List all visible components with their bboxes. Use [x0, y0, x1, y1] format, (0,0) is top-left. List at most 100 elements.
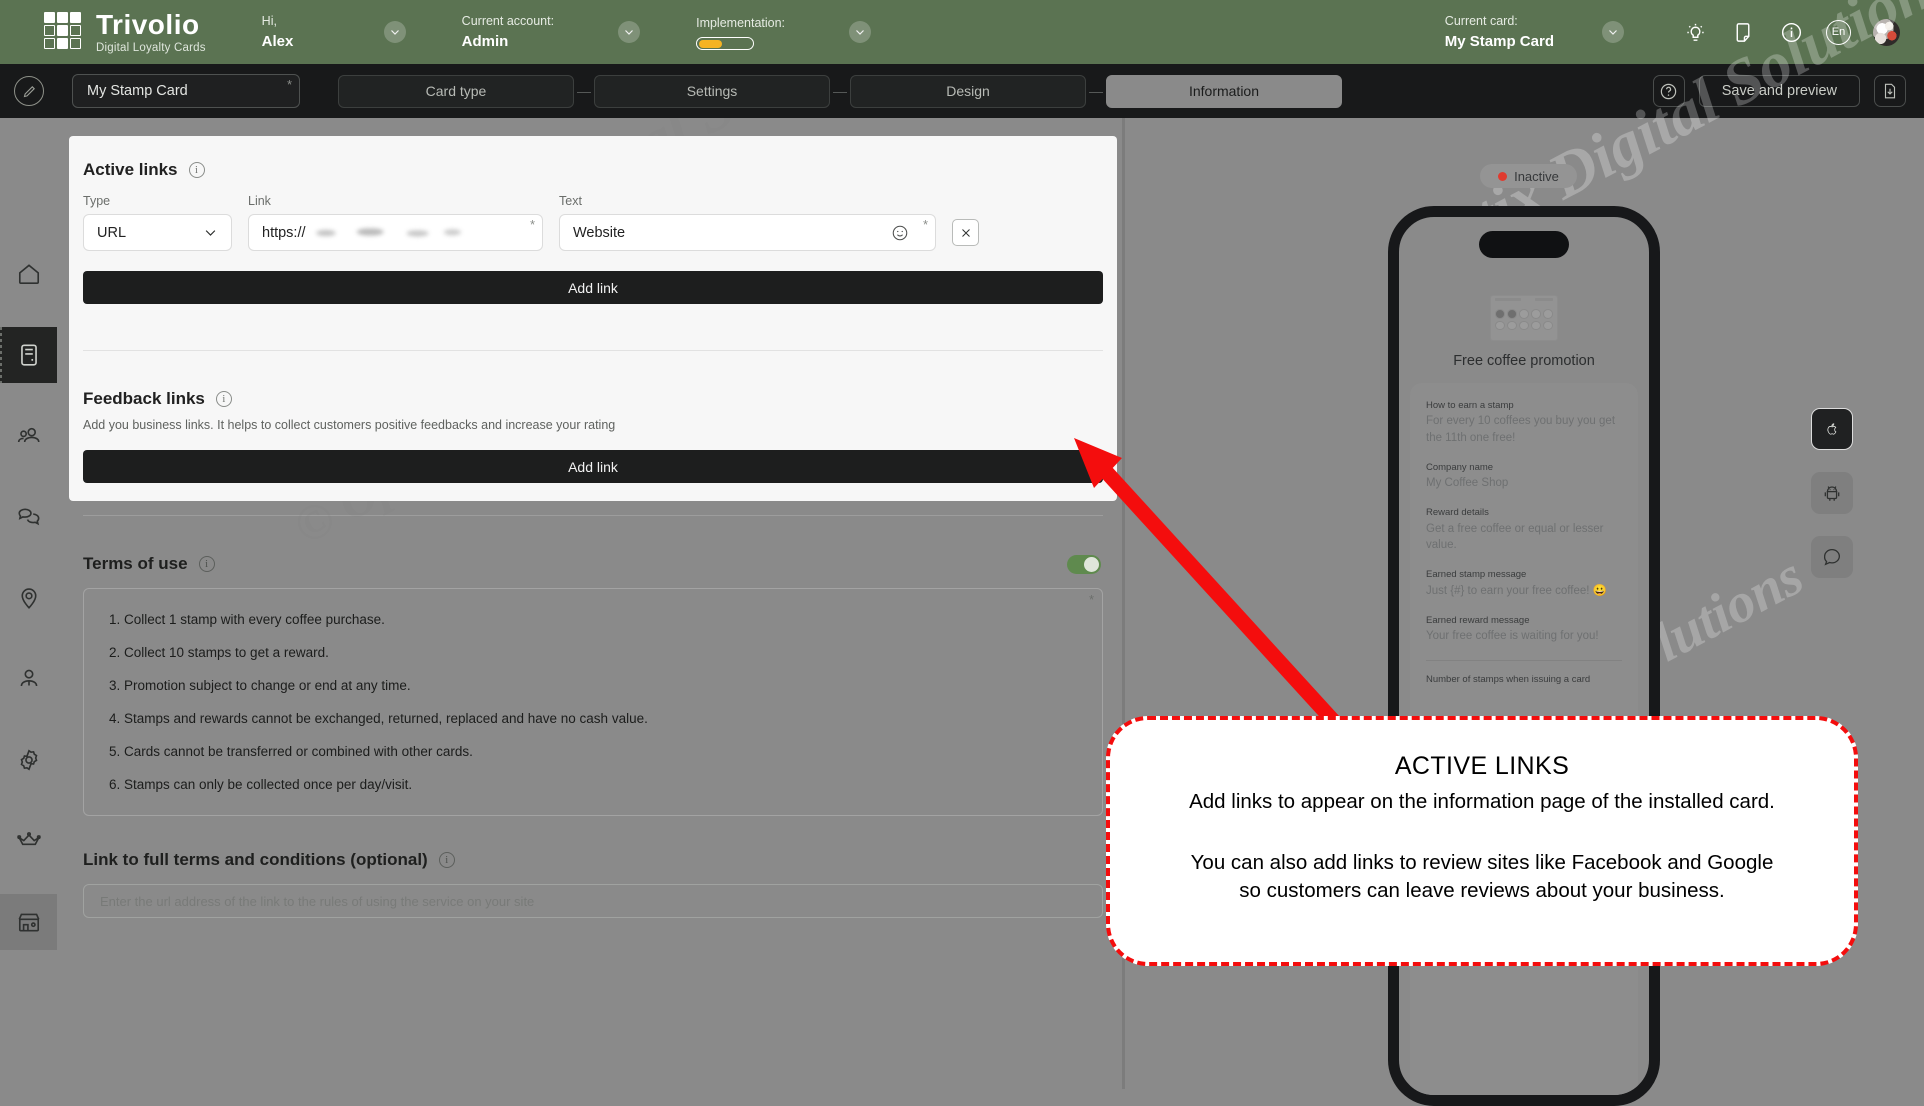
- platform-apple-button[interactable]: [1811, 408, 1853, 450]
- close-icon: [961, 228, 970, 237]
- sidebar-item-home[interactable]: [0, 246, 57, 302]
- status-badge: Inactive: [1480, 164, 1577, 188]
- list-item: Stamps can only be collected once per da…: [124, 768, 1084, 801]
- sidebar-item-business[interactable]: [0, 894, 57, 950]
- emoji-smiley-icon[interactable]: [891, 224, 909, 242]
- preview-section-label: Reward details: [1426, 507, 1489, 519]
- thumb-bar: [1495, 298, 1521, 301]
- link-type-value: URL: [97, 224, 127, 241]
- implementation-dropdown-button[interactable]: [849, 21, 872, 43]
- tab-design[interactable]: Design: [850, 74, 1086, 108]
- account-label: Current account:: [461, 14, 555, 29]
- apple-icon: [1827, 423, 1837, 435]
- info-icon[interactable]: i: [215, 391, 232, 407]
- brand-tagline: Digital Loyalty Cards: [96, 41, 206, 54]
- info-icon[interactable]: [1778, 19, 1804, 45]
- info-icon[interactable]: i: [438, 852, 455, 869]
- preview-section-label: Company name: [1426, 461, 1494, 473]
- card-name-input[interactable]: My Stamp Card *: [72, 74, 300, 108]
- greeting-value: Alex: [261, 32, 294, 50]
- avatar[interactable]: [1873, 18, 1900, 46]
- info-icon[interactable]: i: [188, 162, 205, 178]
- implementation-progress: [696, 37, 755, 51]
- toolbar-actions: Save and preview: [1652, 75, 1906, 107]
- current-card-label: Current card:: [1444, 14, 1518, 29]
- sidebar-item-subscription[interactable]: [0, 813, 57, 869]
- storefront-icon: [18, 913, 39, 932]
- tab-settings[interactable]: Settings: [594, 74, 830, 108]
- platform-chat-button[interactable]: [1811, 536, 1853, 578]
- help-button[interactable]: [1652, 75, 1685, 107]
- greeting-block: Hi, Alex: [262, 12, 320, 52]
- callout-title: ACTIVE LINKS: [1394, 752, 1570, 780]
- link-url-input[interactable]: https:// *: [248, 214, 543, 251]
- terms-of-use-textarea[interactable]: * Collect 1 stamp with every coffee purc…: [83, 588, 1103, 817]
- implementation-label: Implementation:: [696, 15, 786, 30]
- card-name-value: My Stamp Card: [87, 83, 188, 99]
- editor-toolbar: My Stamp Card * Card type — Settings — D…: [0, 64, 1924, 118]
- sidebar-item-cards[interactable]: [0, 327, 57, 383]
- language-switcher[interactable]: En: [1826, 19, 1851, 45]
- pencil-icon[interactable]: [14, 76, 44, 106]
- bulb-icon[interactable]: [1682, 19, 1708, 45]
- preview-section-value: Just {#} to earn your free coffee! 😀: [1426, 584, 1607, 597]
- list-item: Stamps and rewards cannot be exchanged, …: [124, 702, 1084, 735]
- download-file-icon[interactable]: [1874, 75, 1906, 107]
- gear-icon: [20, 749, 37, 771]
- step-separator: —: [1089, 83, 1103, 99]
- preview-footer-label: Number of stamps when issuing a card: [1426, 673, 1591, 685]
- platform-android-button[interactable]: [1811, 472, 1853, 514]
- terms-link-input[interactable]: Enter the url address of the link to the…: [83, 884, 1103, 919]
- active-links-header: Active links i: [69, 160, 1117, 180]
- terms-of-use-header: Terms of use i: [69, 554, 1117, 574]
- preview-section: How to earn a stamp For every 10 coffees…: [1426, 399, 1622, 446]
- link-text-input[interactable]: Website *: [559, 214, 936, 251]
- preview-section-value: Your free coffee is waiting for you!: [1426, 630, 1599, 643]
- active-links-title: Active links: [83, 160, 178, 179]
- feedback-links-header: Feedback links i: [69, 389, 1117, 409]
- terms-of-use-title: Terms of use: [83, 554, 188, 573]
- wizard-steps: Card type — Settings — Design — Informat…: [338, 74, 1342, 108]
- tab-card-type[interactable]: Card type: [338, 74, 574, 108]
- sidebar-item-messages[interactable]: [0, 489, 57, 545]
- status-badge-label: Inactive: [1514, 168, 1559, 184]
- required-marker: *: [922, 217, 928, 232]
- implementation-progress-fill: [698, 39, 723, 48]
- link-type-select[interactable]: URL: [83, 214, 232, 251]
- annotation-callout: ACTIVE LINKS Add links to appear on the …: [1106, 716, 1858, 966]
- preview-section-value: Get a free coffee or equal or lesser val…: [1426, 522, 1604, 552]
- sidebar-item-staff[interactable]: [0, 651, 57, 707]
- tab-information[interactable]: Information: [1106, 74, 1342, 108]
- home-icon: [18, 264, 39, 285]
- link-url-label: Link: [248, 194, 271, 208]
- logo-grid-icon: [44, 12, 84, 52]
- callout-line-1: Add links to appear on the information p…: [1189, 790, 1775, 813]
- user-dropdown-button[interactable]: [383, 21, 406, 43]
- information-panel: Active links i Type URL Link https:// *: [69, 136, 1117, 501]
- info-icon[interactable]: i: [198, 556, 215, 572]
- add-active-link-button[interactable]: Add link: [83, 271, 1103, 304]
- terms-of-use-toggle[interactable]: [1067, 554, 1101, 574]
- link-text-label: Text: [559, 194, 582, 208]
- main-sidebar: [0, 118, 57, 1089]
- preview-section: Company name My Coffee Shop: [1426, 461, 1622, 492]
- list-item: Cards cannot be transferred or combined …: [124, 735, 1084, 768]
- phone-mockup: Free coffee promotion How to earn a stam…: [1388, 206, 1660, 1106]
- loyalty-card-icon: [20, 344, 37, 366]
- remove-link-button[interactable]: [952, 219, 979, 246]
- add-feedback-link-button[interactable]: Add link: [83, 450, 1103, 483]
- preview-section: Earned stamp message Just {#} to earn yo…: [1426, 568, 1622, 599]
- users-icon: [17, 427, 40, 443]
- sidebar-item-settings[interactable]: [0, 732, 57, 788]
- save-and-preview-button[interactable]: Save and preview: [1698, 75, 1860, 107]
- feedback-links-section: Feedback links i Add you business links.…: [69, 389, 1117, 483]
- status-dot-icon: [1498, 171, 1508, 181]
- account-dropdown-button[interactable]: [618, 21, 641, 43]
- current-card-dropdown-button[interactable]: [1602, 21, 1624, 43]
- preview-section-label: How to earn a stamp: [1426, 400, 1514, 411]
- sidebar-item-clients[interactable]: [0, 408, 57, 464]
- brand-logo[interactable]: Trivolio Digital Loyalty Cards: [44, 10, 206, 54]
- sidebar-item-locations[interactable]: [0, 570, 57, 626]
- preview-section-label: Earned reward message: [1426, 614, 1530, 626]
- mobile-card-icon[interactable]: [1730, 19, 1756, 45]
